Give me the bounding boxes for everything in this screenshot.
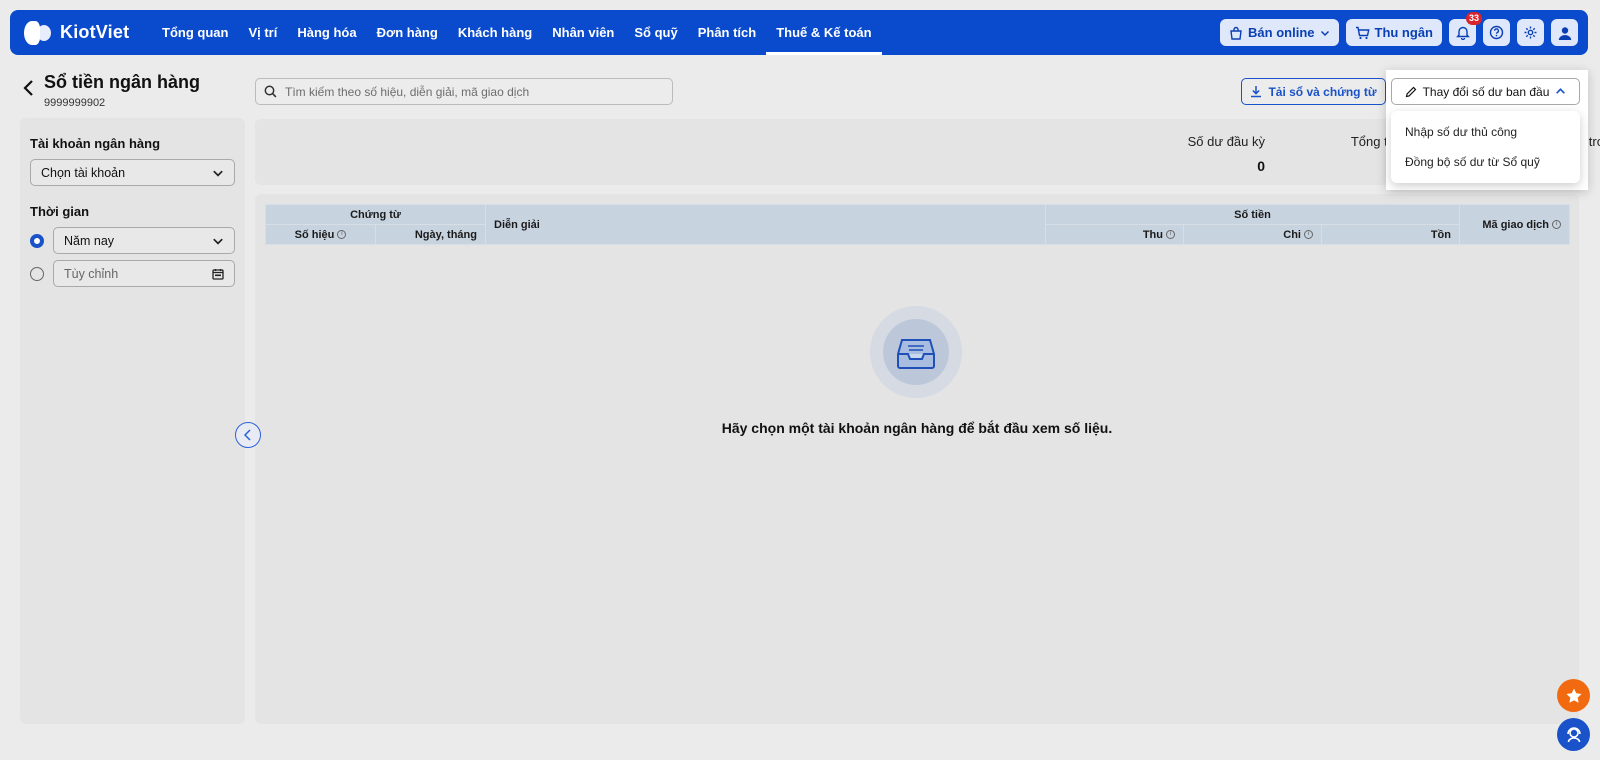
menu-item-sync-cashbook[interactable]: Đồng bộ số dư từ Sổ quỹ [1391, 147, 1580, 177]
support-agent-icon [1566, 726, 1581, 742]
chevron-down-icon [213, 170, 223, 177]
custom-date-field[interactable]: Tùy chỉnh [53, 260, 235, 287]
search-icon [264, 85, 277, 98]
back-arrow-icon[interactable] [22, 79, 36, 97]
download-ledger-label: Tải sổ và chứng từ [1268, 84, 1377, 99]
summary-card: Số dư đầu kỳ 0 Tổng thu trong kỳ 0 Tổng … [255, 119, 1600, 185]
change-opening-balance-label: Thay đổi số dư ban đầu [1422, 84, 1550, 99]
nav-item-location[interactable]: Vị trí [238, 10, 287, 55]
change-opening-balance-button[interactable]: Thay đổi số dư ban đầu [1391, 78, 1580, 105]
nav-item-cashbook[interactable]: Sổ quỹ [624, 10, 687, 55]
account-button[interactable] [1551, 19, 1578, 46]
gear-icon [1524, 26, 1537, 39]
transaction-code-header: Mã giao dịch i [1459, 204, 1570, 245]
main-nav: Tổng quan Vị trí Hàng hóa Đơn hàng Khách… [152, 10, 882, 55]
voucher-number-label: Số hiệu [294, 228, 335, 241]
brand-name: KiotViet [60, 22, 130, 42]
info-icon[interactable]: i [1166, 230, 1175, 240]
empty-state-message: Hãy chọn một tài khoản ngân hàng để bắt … [721, 420, 1113, 436]
pencil-icon [1405, 86, 1416, 97]
chevron-down-icon [213, 238, 223, 245]
empty-state-graphic [870, 306, 962, 398]
settings-button[interactable] [1517, 19, 1544, 46]
change-balance-menu: Nhập số dư thủ công Đồng bộ số dư từ Sổ … [1391, 111, 1580, 183]
amount-group-header: Số tiền [1045, 204, 1460, 225]
ledger-table: Chứng từ Diễn giải Số tiền Mã giao dịch i… [265, 204, 1570, 245]
notification-button[interactable]: 33 [1449, 12, 1482, 46]
filter-panel: Tài khoản ngân hàng Chọn tài khoản Thời … [20, 118, 245, 724]
download-icon [1251, 86, 1262, 98]
help-button[interactable] [1483, 19, 1510, 46]
chevron-left-icon [243, 429, 251, 441]
account-number: 9999999902 [44, 97, 106, 109]
period-select-value: Năm nay [64, 233, 115, 248]
star-icon [1566, 688, 1581, 703]
voucher-number-header: Số hiệu i [265, 224, 376, 245]
income-header: Thu i [1045, 224, 1184, 245]
description-header: Diễn giải [485, 204, 1046, 245]
bell-icon [1455, 26, 1470, 40]
calendar-icon[interactable] [212, 268, 224, 280]
nav-item-customers[interactable]: Khách hàng [448, 10, 542, 55]
page-title: Sổ tiền ngân hàng [44, 72, 200, 92]
nav-item-tax-accounting[interactable]: Thuế & Kế toán [766, 10, 882, 55]
favorite-fab[interactable] [1557, 679, 1590, 712]
top-actions: Bán online Thu ngân 33 [1220, 12, 1578, 46]
nav-item-analytics[interactable]: Phân tích [688, 10, 767, 55]
opening-balance-label: Số dư đầu kỳ [1187, 134, 1265, 149]
info-icon[interactable]: i [1304, 230, 1313, 240]
expense-label: Chi [1283, 228, 1301, 241]
expense-header: Chi i [1183, 224, 1322, 245]
user-avatar-icon [1558, 26, 1571, 40]
cashier-label: Thu ngân [1374, 25, 1434, 40]
ledger-table-panel: Chứng từ Diễn giải Số tiền Mã giao dịch i… [255, 194, 1579, 724]
chevron-down-icon [1320, 30, 1329, 36]
bank-account-select[interactable]: Chọn tài khoản [30, 159, 235, 186]
bank-account-value: Chọn tài khoản [41, 165, 126, 180]
download-ledger-button[interactable]: Tải sổ và chứng từ [1241, 78, 1386, 105]
radio-this-year[interactable] [30, 233, 44, 248]
nav-item-staff[interactable]: Nhân viên [542, 10, 624, 55]
income-label: Thu [1142, 228, 1163, 241]
kiotviet-logo-icon [24, 19, 52, 47]
balance-header: Tồn [1321, 224, 1460, 245]
custom-date-placeholder: Tùy chỉnh [64, 266, 119, 281]
period-select[interactable]: Năm nay [53, 227, 235, 254]
search-input[interactable] [285, 84, 665, 99]
inbox-tray-icon [897, 339, 935, 369]
voucher-date-header: Ngày, tháng [375, 224, 486, 245]
nav-item-orders[interactable]: Đơn hàng [367, 10, 448, 55]
top-navbar: KiotViet Tổng quan Vị trí Hàng hóa Đơn h… [10, 10, 1588, 55]
radio-custom[interactable] [30, 266, 44, 281]
bag-icon [1230, 26, 1242, 40]
transaction-code-label: Mã giao dịch [1482, 218, 1549, 231]
search-box [255, 78, 673, 105]
notification-badge: 33 [1465, 12, 1482, 25]
bank-account-label: Tài khoản ngân hàng [30, 136, 161, 151]
sell-online-button[interactable]: Bán online [1220, 19, 1339, 46]
time-option-this-year: Năm nay [30, 227, 235, 254]
voucher-group-header: Chứng từ [265, 204, 486, 225]
opening-balance-stat: Số dư đầu kỳ 0 [1188, 134, 1265, 174]
chevron-up-icon [1556, 88, 1566, 94]
time-option-custom: Tùy chỉnh [30, 260, 235, 287]
sell-online-label: Bán online [1248, 25, 1315, 40]
cashier-button[interactable]: Thu ngân [1345, 19, 1442, 46]
page-header: Sổ tiền ngân hàng 9999999902 [22, 72, 200, 109]
nav-item-overview[interactable]: Tổng quan [152, 10, 238, 55]
time-label: Thời gian [30, 204, 90, 219]
support-fab[interactable] [1557, 718, 1590, 751]
nav-item-products[interactable]: Hàng hóa [287, 10, 366, 55]
help-icon [1489, 25, 1504, 40]
info-icon[interactable]: i [337, 230, 347, 240]
info-icon[interactable]: i [1552, 220, 1561, 230]
collapse-panel-button[interactable] [235, 422, 261, 448]
opening-balance-value: 0 [1257, 158, 1265, 174]
cart-icon [1355, 26, 1370, 39]
menu-item-manual-balance[interactable]: Nhập số dư thủ công [1391, 117, 1580, 147]
brand-logo[interactable]: KiotViet [24, 19, 144, 47]
